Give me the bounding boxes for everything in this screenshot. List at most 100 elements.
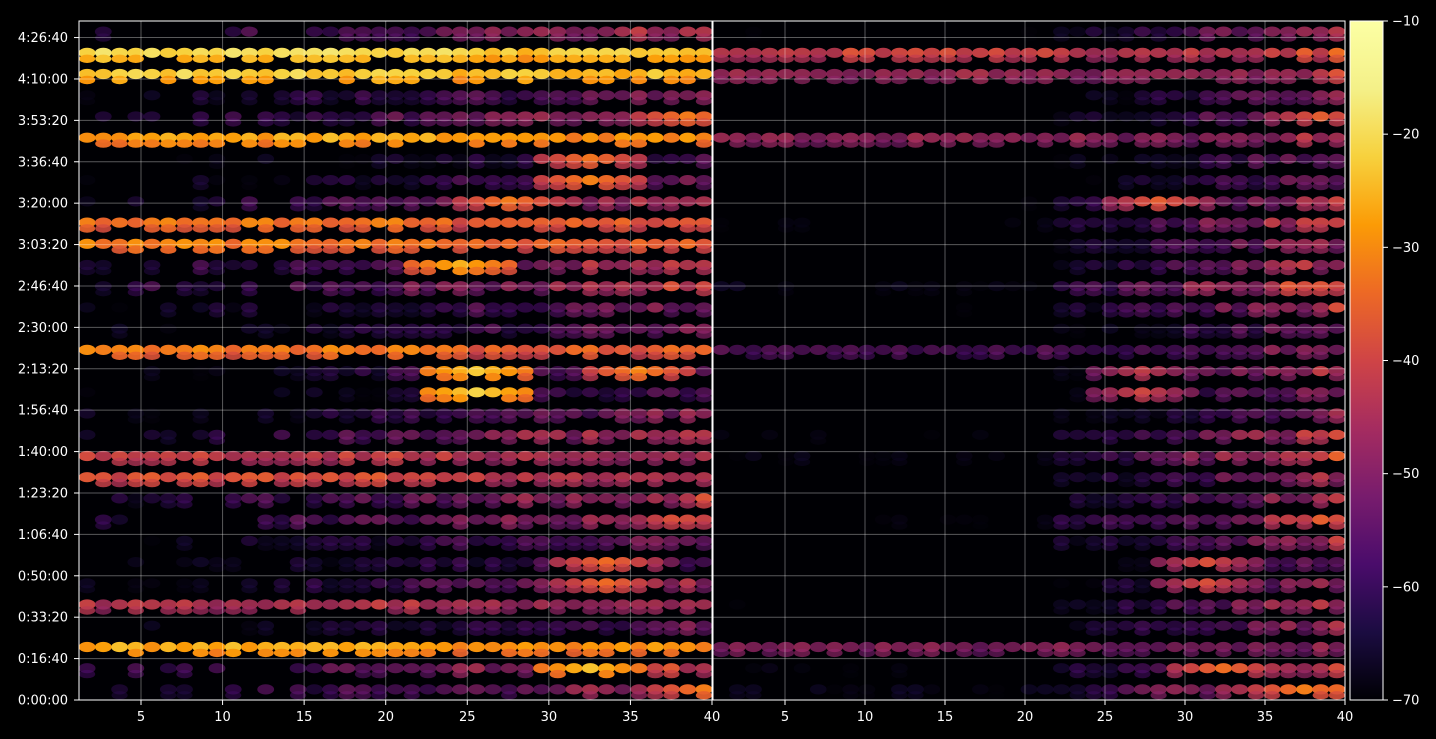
heatmap-cell: [111, 139, 128, 148]
heatmap-cell: [695, 366, 712, 377]
heatmap-cell: [614, 478, 631, 488]
heatmap-cell: [614, 68, 632, 80]
heatmap-cell: [1215, 648, 1232, 658]
heatmap-cell: [1166, 669, 1183, 679]
heatmap-cell: [468, 323, 486, 334]
heatmap-cell: [370, 344, 388, 355]
heatmap-cell: [354, 450, 372, 462]
heatmap-cell: [1085, 75, 1102, 85]
heatmap-cell: [1101, 669, 1119, 679]
heatmap-cell: [533, 684, 550, 695]
heatmap-cell: [1085, 627, 1102, 636]
heatmap-cell: [1085, 245, 1102, 254]
x-tick-label: 35: [622, 710, 639, 725]
heatmap-cell: [192, 351, 209, 360]
heatmap-cell: [630, 323, 648, 334]
heatmap-cell: [1101, 75, 1119, 85]
heatmap-cell: [79, 585, 96, 594]
heatmap-cell: [1312, 330, 1329, 339]
heatmap-cell: [1231, 26, 1249, 37]
heatmap-cell: [468, 217, 486, 228]
heatmap-cell: [1231, 351, 1248, 360]
heatmap-cell: [695, 139, 712, 148]
heatmap-cell: [1312, 691, 1329, 700]
y-tick-label: 0:33:20: [18, 611, 68, 626]
heatmap-cell: [354, 493, 372, 504]
heatmap-cell: [257, 415, 274, 424]
heatmap-cell: [1328, 606, 1345, 615]
heatmap-cell: [1069, 75, 1086, 85]
heatmap-cell: [468, 54, 485, 63]
heatmap-cell: [1134, 54, 1151, 63]
heatmap-cell: [1053, 648, 1070, 658]
heatmap-cell: [1328, 450, 1345, 462]
heatmap-cell: [695, 521, 712, 530]
heatmap-cell: [1312, 450, 1330, 462]
heatmap-cell: [679, 641, 697, 653]
heatmap-cell: [1247, 606, 1264, 615]
heatmap-cell: [192, 266, 209, 276]
heatmap-cell: [338, 394, 355, 403]
heatmap-cell: [95, 288, 112, 297]
heatmap-cell: [647, 266, 664, 276]
heatmap-cell: [614, 563, 631, 573]
heatmap-cell: [501, 203, 518, 212]
heatmap-cell: [1231, 535, 1249, 547]
heatmap-cell: [387, 436, 404, 445]
heatmap-cell: [1198, 493, 1216, 504]
heatmap-cell: [224, 302, 242, 313]
heatmap-cell: [306, 563, 323, 573]
heatmap-cell: [777, 288, 795, 297]
heatmap-cell: [1312, 436, 1329, 445]
heatmap-cell: [1312, 648, 1329, 658]
heatmap-cell: [972, 47, 989, 58]
heatmap-cell: [1101, 606, 1119, 615]
heatmap-cell: [1101, 472, 1119, 483]
heatmap-cell: [468, 139, 485, 148]
heatmap-cell: [1134, 669, 1151, 679]
heatmap-cell: [761, 429, 779, 440]
heatmap-cell: [192, 75, 209, 85]
heatmap-cell: [484, 429, 502, 440]
heatmap-cell: [241, 478, 258, 488]
heatmap-cell: [500, 68, 518, 80]
heatmap-cell: [1134, 648, 1151, 658]
heatmap-cell: [111, 514, 128, 525]
heatmap-cell: [159, 663, 177, 674]
heatmap-cell: [647, 118, 664, 127]
heatmap-cell: [354, 224, 372, 233]
heatmap-cell: [1053, 429, 1070, 440]
heatmap-cell: [435, 68, 453, 80]
heatmap-cell: [713, 75, 730, 85]
heatmap-cell: [1101, 521, 1119, 530]
heatmap-cell: [614, 372, 631, 382]
heatmap-cell: [1264, 585, 1281, 594]
heatmap-cell: [257, 500, 274, 509]
heatmap-cell: [111, 302, 128, 313]
heatmap-cell: [826, 139, 843, 148]
heatmap-cell: [777, 351, 795, 360]
heatmap-cell: [322, 585, 339, 594]
heatmap-cell: [160, 436, 177, 445]
heatmap-cell: [923, 132, 941, 143]
heatmap-cell: [1118, 288, 1135, 297]
heatmap-cell: [1215, 47, 1232, 58]
heatmap-cell: [1328, 669, 1345, 679]
heatmap-cell: [728, 599, 746, 610]
heatmap-cell: [1264, 394, 1281, 403]
heatmap-cell: [1199, 309, 1216, 318]
heatmap-cell: [257, 457, 274, 467]
heatmap-cell: [1247, 139, 1264, 148]
heatmap-cell: [111, 457, 128, 467]
heatmap-cell: [1280, 288, 1297, 297]
heatmap-cell: [419, 175, 437, 186]
heatmap-cell: [403, 75, 420, 85]
heatmap-cell: [501, 266, 518, 276]
heatmap-cell: [176, 54, 193, 63]
heatmap-cell: [1312, 415, 1329, 424]
heatmap-cell: [1215, 26, 1232, 37]
heatmap-cell: [1085, 203, 1102, 212]
heatmap-cell: [371, 691, 388, 700]
heatmap-cell: [111, 478, 128, 488]
heatmap-cell: [695, 557, 712, 568]
